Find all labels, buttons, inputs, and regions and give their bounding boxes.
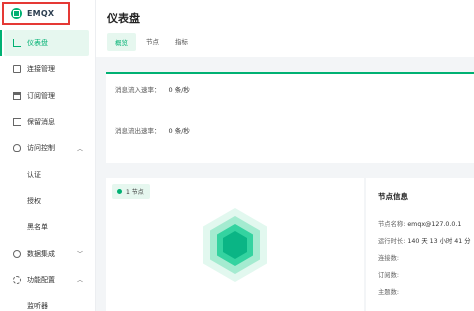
incoming-rate-label: 消息流入速率： <box>115 86 161 94</box>
message-rate-card: 消息流入速率： 0 条/秒 消息流出速率： 0 条/秒 <box>106 72 474 163</box>
dashboard-icon <box>13 39 21 48</box>
tab-bar: 概览 节点 指标 <box>107 33 198 51</box>
data-integration-icon <box>13 249 21 258</box>
sidebar-item-listeners[interactable]: 监听器 <box>0 293 95 311</box>
connections-count-row: 连接数: <box>378 253 399 262</box>
node-hexagon-icon <box>203 208 267 282</box>
node-name-row: 节点名称: emqx@127.0.0.1 <box>378 219 461 228</box>
sidebar-item-label: 访问控制 <box>27 144 55 153</box>
sidebar-item-label: 仪表盘 <box>27 39 48 48</box>
sidebar-item-label: 保留消息 <box>27 118 55 127</box>
node-topology-card: 1 节点 <box>106 178 364 311</box>
sidebar-item-label: 黑名单 <box>27 223 48 232</box>
sidebar-item-dashboard[interactable]: 仪表盘 <box>0 30 89 57</box>
sidebar-item-retained[interactable]: 保留消息 <box>0 109 95 135</box>
sidebar-item-label: 认证 <box>27 170 41 179</box>
node-count-label: 1 节点 <box>126 189 144 196</box>
node-name-value: emqx@127.0.0.1 <box>407 221 462 228</box>
page-header: 仪表盘 概览 节点 指标 <box>96 0 474 57</box>
tab-overview[interactable]: 概览 <box>107 33 136 51</box>
logo[interactable]: EMQX <box>2 2 70 25</box>
emqx-logo-icon <box>11 8 22 19</box>
page-title: 仪表盘 <box>107 12 140 25</box>
node-info-panel: 节点信息 节点名称: emqx@127.0.0.1 运行时长: 140 天 13 小… <box>366 178 474 311</box>
sidebar-item-data-integration[interactable]: 数据集成 ﹀ <box>0 240 95 266</box>
sidebar-item-config[interactable]: 功能配置 ︿ <box>0 267 95 293</box>
retained-icon <box>13 118 21 127</box>
incoming-rate-value: 0 条/秒 <box>168 86 190 94</box>
tab-metrics[interactable]: 指标 <box>169 33 194 51</box>
sidebar: EMQX 仪表盘 连接管理 订阅管理 保留消息 访问控制 ︿ 认证 授权 黑名单… <box>0 0 96 311</box>
incoming-rate: 消息流入速率： 0 条/秒 <box>115 84 190 94</box>
sidebar-item-authentication[interactable]: 认证 <box>0 161 95 187</box>
sidebar-item-label: 数据集成 <box>27 249 55 258</box>
uptime-value: 140 天 13 小时 41 分 <box>407 238 471 245</box>
outgoing-rate-value: 0 条/秒 <box>168 127 190 135</box>
topics-count-label: 主题数: <box>378 289 400 296</box>
sidebar-item-label: 授权 <box>27 196 41 205</box>
chevron-down-icon: ﹀ <box>76 251 83 259</box>
node-name-label: 节点名称: <box>378 221 406 228</box>
connections-icon <box>13 65 21 74</box>
sidebar-item-label: 功能配置 <box>27 275 55 284</box>
sidebar-item-authorization[interactable]: 授权 <box>0 188 95 214</box>
tab-nodes[interactable]: 节点 <box>140 33 165 51</box>
subscriptions-count-label: 订阅数: <box>378 272 400 279</box>
outgoing-rate-label: 消息流出速率： <box>115 127 161 135</box>
sidebar-item-blacklist[interactable]: 黑名单 <box>0 214 95 240</box>
node-hexagon[interactable] <box>202 207 268 285</box>
node-info-title: 节点信息 <box>378 192 408 201</box>
uptime-label: 运行时长: <box>378 238 406 245</box>
subscriptions-icon <box>13 91 21 100</box>
sidebar-item-connections[interactable]: 连接管理 <box>0 56 95 82</box>
outgoing-rate: 消息流出速率： 0 条/秒 <box>115 125 190 135</box>
sidebar-item-label: 监听器 <box>27 302 48 311</box>
config-icon <box>13 275 21 284</box>
access-control-icon <box>13 144 21 153</box>
chevron-up-icon: ︿ <box>76 277 83 285</box>
sidebar-item-subscriptions[interactable]: 订阅管理 <box>0 83 95 109</box>
node-count-badge: 1 节点 <box>112 184 150 199</box>
subscriptions-count-row: 订阅数: <box>378 270 399 279</box>
sidebar-item-access-control[interactable]: 访问控制 ︿ <box>0 135 95 161</box>
topics-count-row: 主题数: <box>378 287 399 296</box>
sidebar-nav: 仪表盘 连接管理 订阅管理 保留消息 访问控制 ︿ 认证 授权 黑名单 数据集成… <box>0 30 95 311</box>
node-status-dot <box>117 189 122 194</box>
chevron-up-icon: ︿ <box>76 145 83 153</box>
connections-count-label: 连接数: <box>378 255 400 262</box>
sidebar-item-label: 订阅管理 <box>27 91 55 100</box>
sidebar-item-label: 连接管理 <box>27 65 55 74</box>
brand-name: EMQX <box>27 9 55 18</box>
uptime-row: 运行时长: 140 天 13 小时 41 分 <box>378 236 471 245</box>
